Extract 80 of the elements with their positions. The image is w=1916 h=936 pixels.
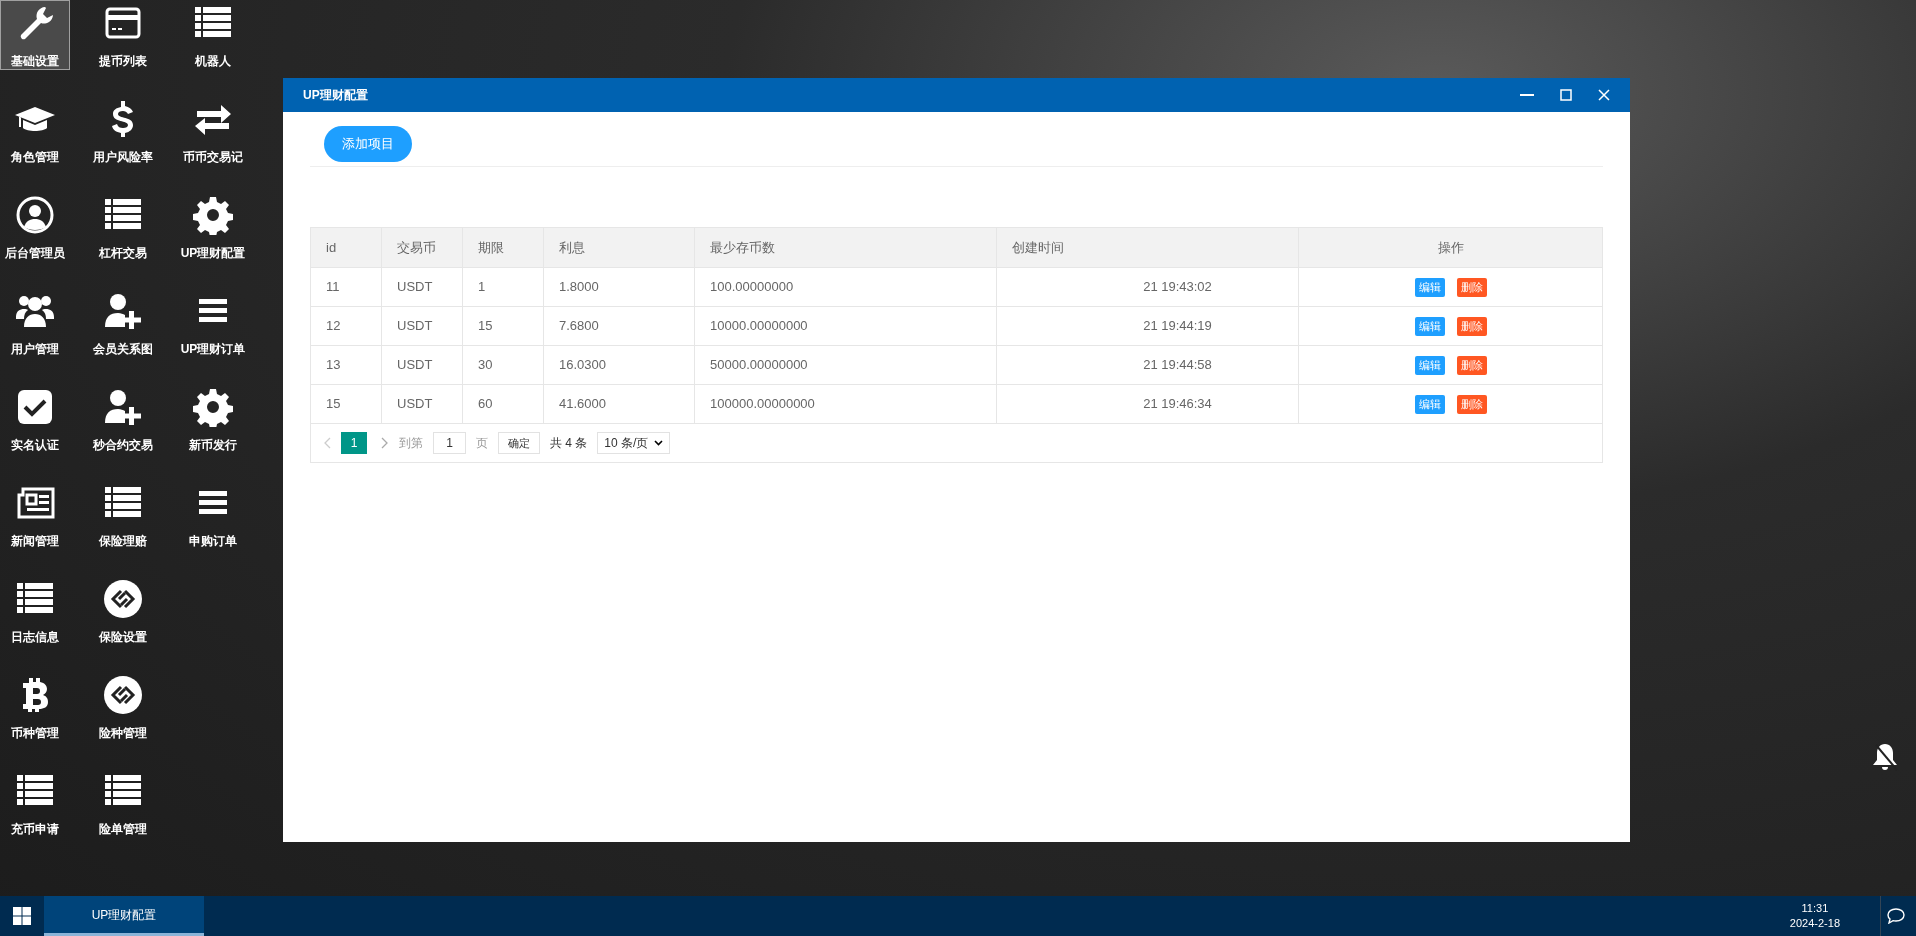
desktop-shortcut[interactable]: 后台管理员 <box>0 192 70 262</box>
table-cell-text: 100000.00000000 <box>710 395 815 414</box>
desktop-shortcut[interactable]: 秒合约交易 <box>70 384 176 454</box>
desktop-shortcut[interactable]: 币种管理 <box>0 672 70 742</box>
table-cell-text: 100.00000000 <box>710 278 794 297</box>
desktop-shortcut[interactable]: 杠杆交易 <box>70 192 176 262</box>
taskbar-item[interactable]: UP理财配置 <box>44 896 204 936</box>
user-plus-icon <box>103 387 143 427</box>
table-cell-text: USDT <box>397 278 433 297</box>
table-cell-text: 11 <box>326 278 340 297</box>
settings-icon <box>193 195 233 235</box>
table-cell-text: 16.0300 <box>559 356 606 375</box>
table-cell-text: 15 <box>478 317 493 336</box>
table-cell-text: 1 <box>478 278 486 297</box>
total-count: 共 4 条 <box>550 435 588 452</box>
column-header[interactable]: 利息 <box>559 237 585 258</box>
table-cell-text: 50000.00000000 <box>710 356 808 375</box>
table-cell-text: USDT <box>397 395 433 414</box>
table-cell-text: 1.8000 <box>559 278 599 297</box>
desktop-shortcut[interactable]: 基础设置 <box>0 0 70 70</box>
user-plus-icon <box>103 291 143 331</box>
desktop-shortcut[interactable]: 申购订单 <box>176 480 250 550</box>
desktop-shortcut[interactable]: 提币列表 <box>70 0 176 70</box>
desktop-shortcut[interactable]: 日志信息 <box>0 576 70 646</box>
desktop-shortcut[interactable]: 保险理赔 <box>70 480 176 550</box>
column-header[interactable]: 操作 <box>1437 237 1464 258</box>
desktop-shortcut[interactable]: 币币交易记 <box>176 96 250 166</box>
muted-bell-icon[interactable] <box>1872 742 1898 772</box>
close-icon[interactable] <box>1598 89 1610 101</box>
table-cell-text: 10000.00000000 <box>710 317 808 336</box>
table-cell-text: 21 19:44:19 <box>1143 317 1212 336</box>
confirm-button[interactable]: 确定 <box>498 432 540 454</box>
table-cell-text: 7.6800 <box>559 317 599 336</box>
desktop-shortcut[interactable]: 用户风险率 <box>70 96 176 166</box>
table-cell-text: 21 19:46:34 <box>1143 395 1212 414</box>
table-cell-text: 21 19:44:58 <box>1143 356 1212 375</box>
table-cell-text: USDT <box>397 356 433 375</box>
table-cell-text: 12 <box>326 317 341 336</box>
table-cell-text: 41.6000 <box>559 395 606 414</box>
table-cell-text: USDT <box>397 317 433 336</box>
link-circle-icon <box>103 675 143 715</box>
link-circle-icon <box>103 579 143 619</box>
desktop-shortcut[interactable]: 用户管理 <box>0 288 70 358</box>
column-header[interactable]: 创建时间 <box>1012 237 1064 258</box>
column-header[interactable]: 期限 <box>478 237 504 258</box>
column-header[interactable]: id <box>326 237 337 258</box>
table-cell-text: 21 19:43:02 <box>1143 278 1212 297</box>
table-cell-text: 15 <box>326 395 341 414</box>
caret-icon <box>654 440 664 446</box>
table-cell-text: 13 <box>326 356 341 375</box>
windows-start-icon[interactable] <box>13 907 31 925</box>
desktop-shortcut[interactable]: 实名认证 <box>0 384 70 454</box>
page-button[interactable]: 1 <box>341 432 367 454</box>
column-header[interactable]: 最少存币数 <box>710 237 775 258</box>
clock-date: 2024-2-18 <box>1789 916 1840 931</box>
column-header[interactable]: 交易币 <box>397 237 436 258</box>
settings-icon <box>193 387 233 427</box>
desktop-shortcut[interactable]: UP理财配置 <box>176 192 250 262</box>
desktop-shortcut[interactable]: 角色管理 <box>0 96 70 166</box>
desktop-shortcut[interactable]: 机器人 <box>176 0 250 70</box>
desktop-shortcut[interactable]: UP理财订单 <box>176 288 250 358</box>
window-title: UP理财配置 <box>303 87 368 104</box>
clock-time: 11:31 <box>1801 901 1829 916</box>
page-number-field[interactable]: 1 <box>433 432 466 454</box>
page-unit-label: 页 <box>476 435 488 452</box>
desktop-shortcut[interactable]: 新闻管理 <box>0 480 70 550</box>
desktop-shortcut[interactable]: 新币发行 <box>176 384 250 454</box>
page-size-select[interactable]: 10 条/页 <box>597 432 671 454</box>
maximize-icon[interactable] <box>1560 89 1572 101</box>
desktop-shortcut[interactable]: 险单管理 <box>70 768 176 838</box>
table-cell-text: 30 <box>478 356 493 375</box>
checkbox-icon <box>15 387 55 427</box>
desktop-shortcut[interactable]: 险种管理 <box>70 672 176 742</box>
goto-label: 到第 <box>399 435 423 452</box>
desktop-shortcut[interactable]: 会员关系图 <box>70 288 176 358</box>
chat-bubble-icon[interactable] <box>1886 908 1905 924</box>
desktop-shortcut[interactable]: 充币申请 <box>0 768 70 838</box>
table-cell-text: 60 <box>478 395 493 414</box>
desktop-shortcut[interactable]: 保险设置 <box>70 576 176 646</box>
user-circle-icon <box>15 195 55 235</box>
